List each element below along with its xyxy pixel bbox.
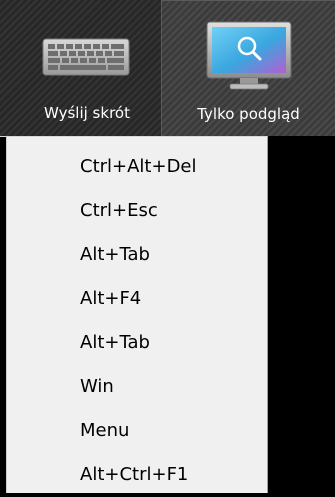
menu-item-menu[interactable]: Menu [0, 409, 267, 453]
keyboard-icon [42, 38, 130, 76]
shortcut-menu: Ctrl+Alt+Del Ctrl+Esc Alt+Tab Alt+F4 Alt… [0, 136, 268, 493]
menu-item-ctrl-esc[interactable]: Ctrl+Esc [0, 189, 267, 233]
menu-item-win[interactable]: Win [0, 365, 267, 409]
send-shortcut-button[interactable]: Wyślij skrót [14, 0, 160, 136]
menu-item-ctrl-alt-del[interactable]: Ctrl+Alt+Del [0, 145, 267, 189]
menu-item-alt-tab[interactable]: Alt+Tab [0, 233, 267, 277]
monitor-search-icon [206, 21, 292, 90]
view-only-button[interactable]: Tylko podgląd [161, 0, 335, 136]
toolbar: Wyślij skrót Tylko podgląd [0, 0, 335, 136]
menu-item-alt-tab-2[interactable]: Alt+Tab [0, 321, 267, 365]
menu-item-alt-f4[interactable]: Alt+F4 [0, 277, 267, 321]
menu-list: Ctrl+Alt+Del Ctrl+Esc Alt+Tab Alt+F4 Alt… [0, 145, 267, 497]
view-only-label: Tylko podgląd [197, 105, 300, 123]
background-area [268, 136, 335, 493]
menu-item-alt-ctrl-f1[interactable]: Alt+Ctrl+F1 [0, 453, 267, 497]
send-shortcut-label: Wyślij skrót [44, 104, 130, 122]
